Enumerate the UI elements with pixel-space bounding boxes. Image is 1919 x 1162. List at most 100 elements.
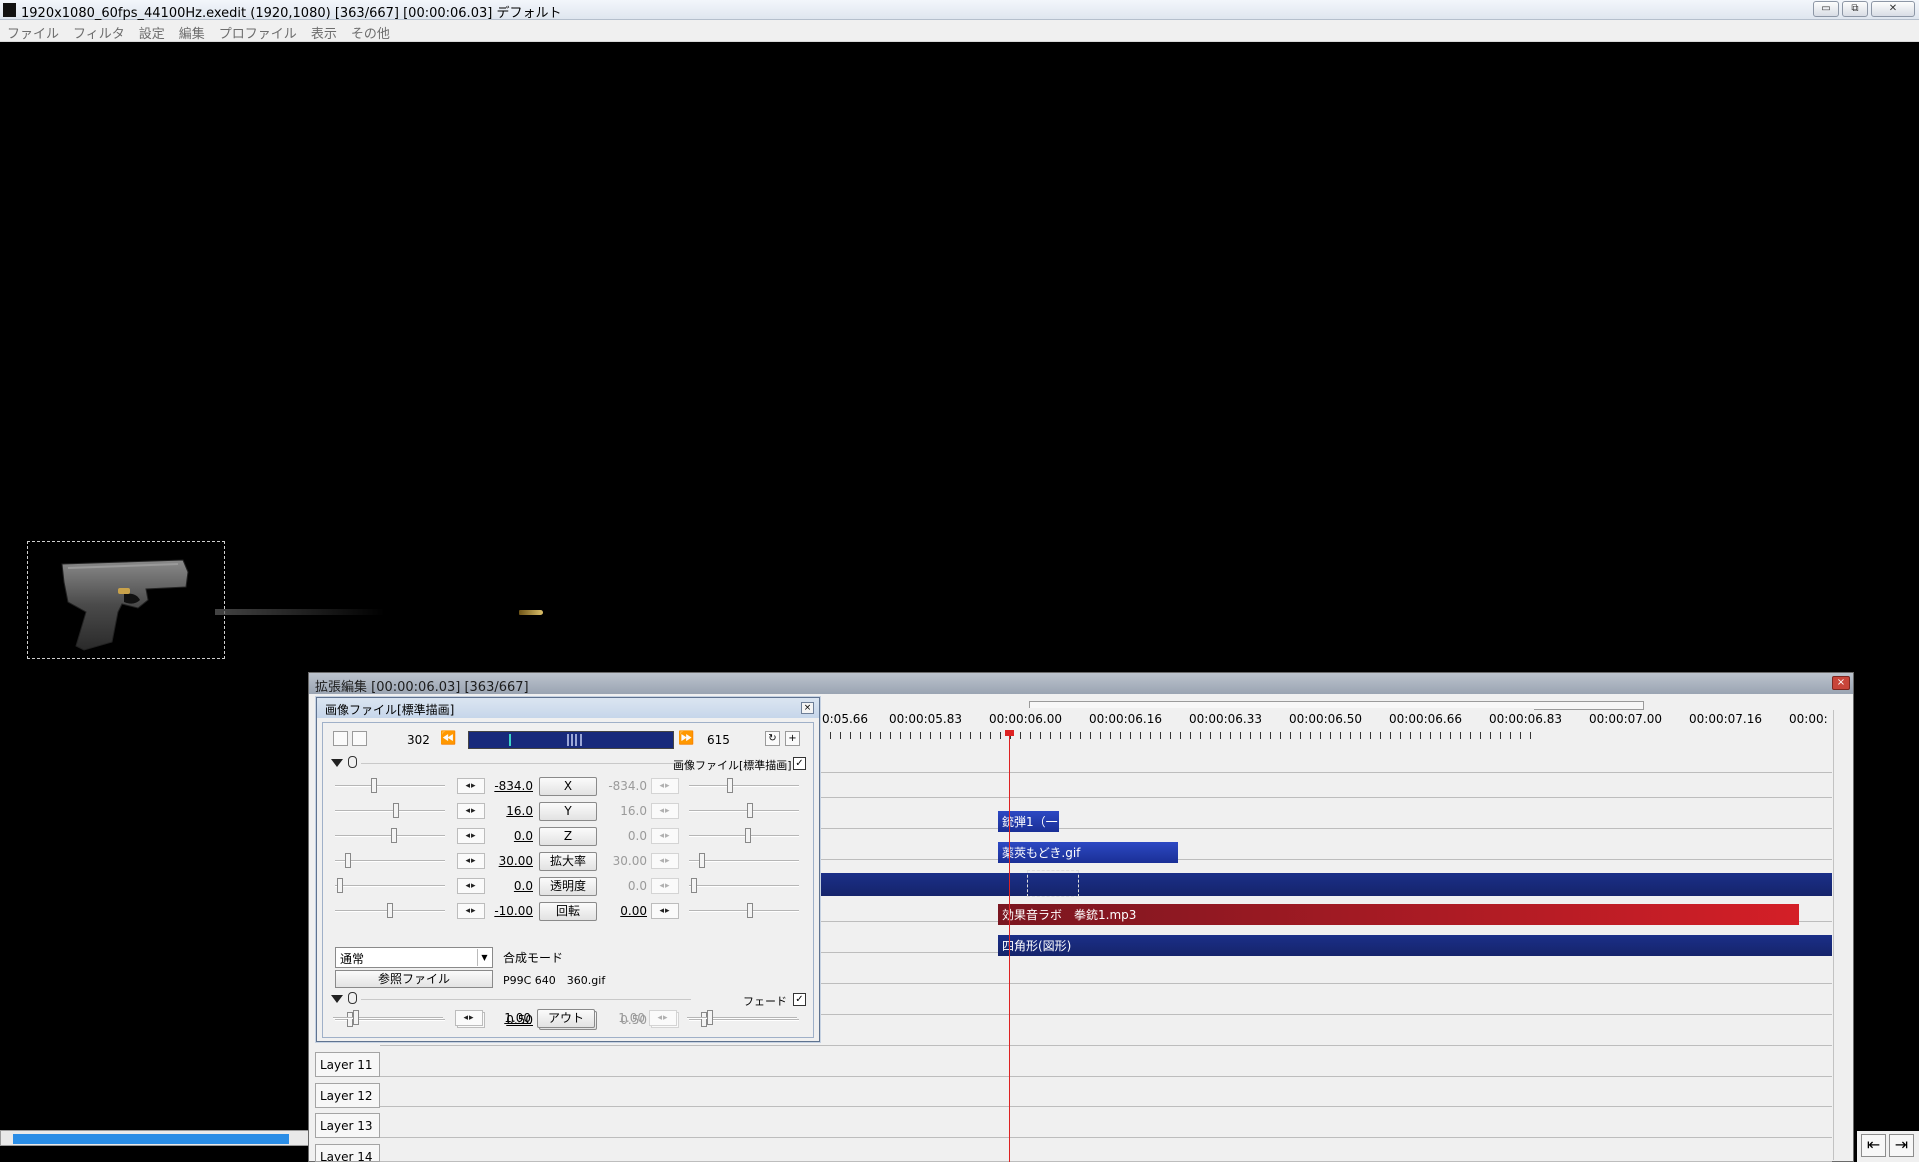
param-button-x[interactable]: X [539,777,597,796]
split-icon[interactable] [333,731,348,746]
properties-close-button[interactable]: × [801,702,814,714]
start-value[interactable]: -10.00 [487,904,533,918]
preview-progress-bar[interactable] [0,1130,312,1146]
param-button-fade-out[interactable]: アウト [537,1009,595,1028]
playhead-handle[interactable] [1005,730,1014,736]
timeline-track[interactable] [380,1144,1832,1162]
timeline-track[interactable] [380,1113,1832,1138]
start-value[interactable]: 16.0 [487,804,533,818]
left-stepper[interactable]: ◂▸ [457,803,485,819]
start-value[interactable]: 0.0 [487,879,533,893]
timeline-vertical-scrollbar[interactable] [1833,710,1851,1160]
right-stepper[interactable]: ◂▸ [651,828,679,844]
prev-keyframe-icon[interactable]: ⏪ [440,731,456,746]
end-value[interactable]: 0.00 [601,904,647,918]
param-button-opacity[interactable]: 透明度 [539,877,597,896]
timeline-track[interactable] [380,1082,1832,1107]
slider-knob[interactable] [747,903,753,918]
first-frame-button[interactable]: ⇤ [1861,1134,1886,1157]
right-stepper[interactable]: ◂▸ [649,1010,677,1026]
right-slider[interactable] [689,853,799,868]
slider-knob[interactable] [387,903,393,918]
minimize-button[interactable]: ▭ [1813,1,1839,17]
right-stepper[interactable]: ◂▸ [651,878,679,894]
end-value[interactable]: 0.0 [601,829,647,843]
left-slider[interactable] [335,878,445,893]
right-slider[interactable] [687,1010,797,1025]
left-stepper[interactable]: ◂▸ [457,853,485,869]
slider-knob[interactable] [337,878,343,893]
start-value[interactable]: -834.0 [487,779,533,793]
layer-label-12[interactable]: Layer 12 [315,1083,380,1108]
blend-mode-select[interactable]: 通常 ▼ [335,947,493,968]
clip-selection-marker[interactable] [1027,870,1079,897]
right-slider[interactable] [689,828,799,843]
param-button-z[interactable]: Z [539,827,597,846]
right-stepper[interactable]: ◂▸ [651,853,679,869]
slider-knob[interactable] [707,1010,713,1025]
slider-knob[interactable] [699,853,705,868]
left-stepper[interactable]: ◂▸ [457,828,485,844]
properties-title-bar[interactable]: 画像ファイル[標準描画] × [317,698,819,718]
menu-view[interactable]: 表示 [304,20,344,42]
menu-edit[interactable]: 編集 [172,20,212,42]
timeline-track[interactable] [380,1052,1832,1077]
slider-knob[interactable] [353,1010,359,1025]
right-stepper[interactable]: ◂▸ [651,778,679,794]
timeline-clip-gif[interactable]: 薬莢もどき.gif [998,842,1178,863]
left-slider[interactable] [335,903,445,918]
fade-enable-checkbox[interactable]: ✓ [793,993,806,1006]
add-filter-icon[interactable]: + [785,731,800,746]
next-keyframe-icon[interactable]: ⏩ [678,731,694,746]
left-slider[interactable] [335,853,445,868]
start-value[interactable]: 0.0 [487,829,533,843]
timeline-clip-bullet[interactable]: 銃弾1（一 [998,811,1059,832]
left-slider[interactable] [335,778,445,793]
slider-knob[interactable] [393,803,399,818]
extended-edit-close-button[interactable]: × [1832,676,1850,690]
frame-icon[interactable] [352,731,367,746]
start-value[interactable]: 1.00 [485,1011,531,1025]
right-slider[interactable] [689,803,799,818]
menu-filter[interactable]: フィルタ [66,20,132,42]
collapse-toggle-icon[interactable] [331,759,343,767]
end-value[interactable]: 1.00 [599,1011,645,1025]
timeline-clip-rect[interactable]: 四角形(図形) [998,935,1832,956]
left-slider[interactable] [335,803,445,818]
slider-knob[interactable] [371,778,377,793]
restore-button[interactable]: ⧉ [1842,1,1868,17]
left-stepper[interactable]: ◂▸ [455,1010,483,1026]
timeline-clip-image[interactable] [815,873,1832,896]
refresh-icon[interactable]: ↻ [765,731,780,746]
menu-profile[interactable]: プロファイル [212,20,304,42]
right-stepper[interactable]: ◂▸ [651,803,679,819]
app-title-bar[interactable]: 1920x1080_60fps_44100Hz.exedit (1920,108… [0,0,1919,21]
slider-knob[interactable] [691,878,697,893]
layer-label-13[interactable]: Layer 13 [315,1113,380,1138]
end-value[interactable]: 16.0 [601,804,647,818]
chevron-down-icon[interactable]: ▼ [477,949,491,966]
right-slider[interactable] [689,878,799,893]
param-button-rotation[interactable]: 回転 [539,902,597,921]
slider-knob[interactable] [747,803,753,818]
slider-knob[interactable] [727,778,733,793]
right-stepper[interactable]: ◂▸ [651,903,679,919]
menu-file[interactable]: ファイル [0,20,66,42]
slider-knob[interactable] [391,828,397,843]
layer-label-14[interactable]: Layer 14 [315,1144,380,1162]
timeline-clip-sound[interactable]: 効果音ラボ 拳銃1.mp3 [998,904,1799,925]
reference-file-button[interactable]: 参照ファイル [335,970,493,988]
left-stepper[interactable]: ◂▸ [457,778,485,794]
left-slider[interactable] [335,828,445,843]
last-frame-button[interactable]: ⇥ [1889,1134,1914,1157]
right-slider[interactable] [689,778,799,793]
extended-edit-title-bar[interactable]: 拡張編集 [00:00:06.03] [363/667] × [309,673,1853,695]
right-slider[interactable] [689,903,799,918]
menu-settings[interactable]: 設定 [132,20,172,42]
layer-label-11[interactable]: Layer 11 [315,1052,380,1077]
slider-knob[interactable] [345,853,351,868]
mini-timeline[interactable] [468,731,674,749]
end-value[interactable]: -834.0 [601,779,647,793]
section-enable-checkbox[interactable]: ✓ [793,757,806,770]
left-stepper[interactable]: ◂▸ [457,903,485,919]
